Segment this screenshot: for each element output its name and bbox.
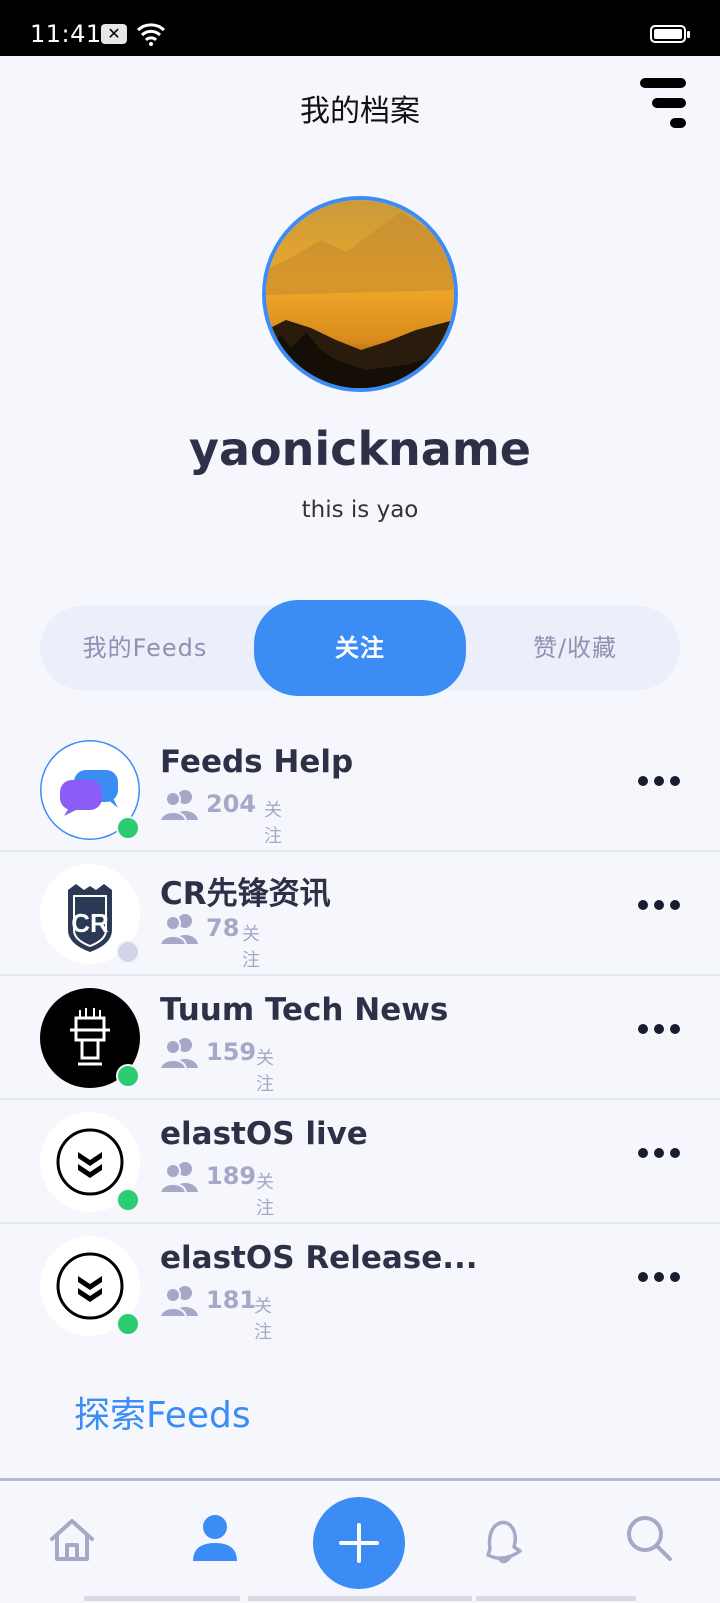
battery-icon	[650, 25, 690, 43]
follower-count: 181	[206, 1286, 257, 1314]
gesture-bar	[84, 1596, 240, 1601]
follower-label: 关注	[264, 800, 282, 847]
bell-icon	[486, 1520, 522, 1564]
gesture-bar	[476, 1596, 636, 1601]
more-options-icon[interactable]	[638, 1272, 682, 1286]
more-options-icon[interactable]	[638, 1024, 682, 1038]
follower-label: 关注	[242, 924, 260, 971]
tab-likes-favorites[interactable]: 赞/收藏	[470, 606, 680, 690]
nav-profile[interactable]	[190, 1481, 240, 1603]
tab-following[interactable]: 关注	[254, 600, 466, 696]
more-options-icon[interactable]	[638, 776, 682, 790]
feed-name: Tuum Tech News	[160, 992, 449, 1028]
page-title: 我的档案	[300, 94, 420, 129]
list-item[interactable]: Tuum Tech News 159 关注	[0, 976, 720, 1100]
followers-icon	[160, 914, 198, 946]
profile-username: yaonickname	[189, 422, 531, 476]
followers-icon	[160, 1162, 198, 1194]
explore-feeds-link[interactable]: 探索Feeds	[74, 1386, 251, 1438]
home-icon	[50, 1519, 94, 1561]
menu-icon[interactable]	[636, 78, 688, 130]
add-post-button[interactable]	[313, 1497, 405, 1589]
nav-home[interactable]	[46, 1481, 98, 1603]
list-item[interactable]: elastOS Release... 181 关注	[0, 1224, 720, 1346]
online-status-dot	[116, 1064, 140, 1088]
following-list: Feeds Help 204 关注 CR CR先锋资讯 78 关注 Tuum T…	[0, 728, 720, 1346]
followers-icon	[160, 1286, 198, 1318]
profile-bio: this is yao	[301, 497, 419, 523]
search-icon	[627, 1516, 672, 1561]
profile-icon	[193, 1515, 237, 1561]
follower-count: 78	[206, 914, 240, 942]
status-bar: 11:41 ✕	[0, 0, 720, 56]
follower-count: 189	[206, 1162, 257, 1190]
feed-name: elastOS Release...	[160, 1240, 478, 1276]
follower-label: 关注	[254, 1296, 272, 1343]
profile-tabs: 我的Feeds 关注 赞/收藏	[40, 600, 680, 696]
list-item[interactable]: elastOS live 189 关注	[0, 1100, 720, 1224]
nav-search[interactable]	[624, 1481, 674, 1603]
tab-my-feeds[interactable]: 我的Feeds	[40, 606, 250, 690]
feed-name: Feeds Help	[160, 744, 354, 780]
follower-label: 关注	[256, 1172, 274, 1219]
wifi-icon	[136, 23, 166, 46]
feed-name: elastOS live	[160, 1116, 368, 1152]
nav-notifications[interactable]	[478, 1481, 528, 1603]
offline-status-dot	[116, 940, 140, 964]
gesture-bar	[248, 1596, 472, 1601]
list-item[interactable]: Feeds Help 204 关注	[0, 728, 720, 852]
followers-icon	[160, 1038, 198, 1070]
status-time: 11:41	[30, 20, 102, 48]
feed-name: CR先锋资讯	[160, 876, 331, 912]
followers-icon	[160, 790, 198, 822]
list-item[interactable]: CR CR先锋资讯 78 关注	[0, 852, 720, 976]
more-options-icon[interactable]	[638, 1148, 682, 1162]
follower-label: 关注	[256, 1048, 274, 1095]
bottom-nav	[0, 1478, 720, 1603]
more-options-icon[interactable]	[638, 900, 682, 914]
no-sim-icon: ✕	[101, 24, 127, 44]
follower-count: 204	[206, 790, 257, 818]
online-status-dot	[116, 816, 140, 840]
profile-avatar[interactable]	[262, 196, 458, 392]
follower-count: 159	[206, 1038, 257, 1066]
online-status-dot	[116, 1312, 140, 1336]
online-status-dot	[116, 1188, 140, 1212]
svg-text:CR: CR	[71, 908, 109, 938]
app-header: 我的档案	[0, 56, 720, 152]
